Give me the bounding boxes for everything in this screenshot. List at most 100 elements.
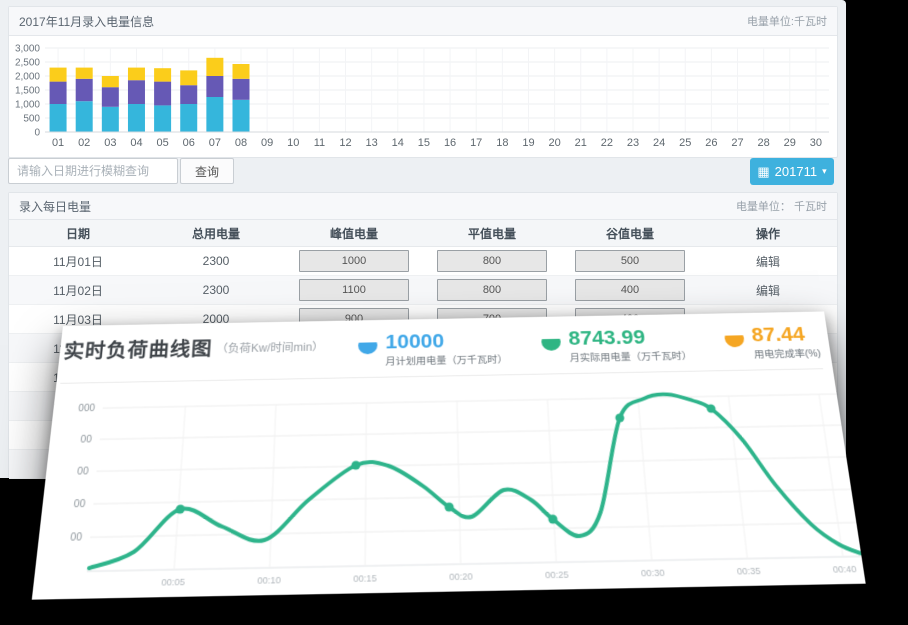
peak-input[interactable] [299,250,409,272]
svg-text:2,500: 2,500 [15,58,40,69]
svg-text:01: 01 [52,137,64,149]
stat-value: 8743.99 [568,326,691,348]
search-row: 查询 ▦ 201711 ▾ [8,158,838,186]
daily-table-title: 录入每日电量 [19,198,91,215]
svg-text:00:20: 00:20 [449,571,473,582]
valley-input[interactable] [575,250,685,272]
col-actions: 操作 [699,220,837,247]
col-valley: 谷值电量 [561,220,699,247]
stat-block: 10000月计划用电量（万千瓦时） [358,330,508,369]
load-line-chart: 0000000000000:0500:1000:1500:2000:2500:3… [36,370,865,597]
stat-value: 87.44 [750,324,819,345]
date-cell: 11月01日 [9,247,147,276]
svg-text:05: 05 [156,137,168,149]
svg-text:08: 08 [235,137,247,149]
chevron-down-icon: ▾ [822,166,827,177]
stat-label: 月实际用电量（万千瓦时） [569,349,692,365]
table-row: 11月02日2300 编辑 [9,276,837,305]
svg-text:29: 29 [784,137,796,149]
svg-text:00: 00 [80,435,92,446]
svg-text:02: 02 [78,137,90,149]
edit-link[interactable]: 编辑 [756,255,780,269]
realtime-load-card: 实时负荷曲线图 （负荷Kw/时间min） 10000月计划用电量（万千瓦时） 87… [32,311,866,599]
svg-text:16: 16 [444,137,456,149]
stat-value: 10000 [385,330,507,352]
peak-input[interactable] [299,279,409,301]
realtime-load-card-inner: 实时负荷曲线图 （负荷Kw/时间min） 10000月计划用电量（万千瓦时） 87… [32,311,866,597]
svg-text:22: 22 [601,137,613,149]
svg-text:12: 12 [339,137,351,149]
month-select-button[interactable]: ▦ 201711 ▾ [750,158,834,185]
daily-table-header: 录入每日电量 电量单位： 千瓦时 [9,193,837,220]
col-date: 日期 [9,220,147,247]
entry-chart-panel: 2017年11月录入电量信息 电量单位:千瓦时 0 500 1,000 1,500 2,… [8,6,838,158]
query-button[interactable]: 查询 [180,158,234,184]
svg-text:000: 000 [78,404,95,415]
search-input[interactable] [8,158,178,184]
date-cell: 11月02日 [9,276,147,305]
flat-input[interactable] [437,279,547,301]
stat-label: 用电完成率(%) [753,346,822,361]
svg-text:24: 24 [653,137,665,149]
svg-text:1,500: 1,500 [15,86,40,97]
svg-text:14: 14 [392,137,404,149]
svg-text:0: 0 [34,128,40,139]
valley-input[interactable] [575,279,685,301]
svg-text:19: 19 [522,137,534,149]
entry-chart-title: 2017年11月录入电量信息 [19,13,154,30]
total-cell: 2300 [147,247,285,276]
realtime-load-title: 实时负荷曲线图 [63,334,214,364]
svg-text:06: 06 [183,137,195,149]
svg-text:00:35: 00:35 [736,565,761,576]
svg-text:07: 07 [209,137,221,149]
svg-text:00: 00 [70,532,83,544]
svg-text:09: 09 [261,137,273,149]
svg-text:00: 00 [77,467,89,478]
col-flat: 平值电量 [423,220,561,247]
entry-bar-chart: 05001,0001,5002,0002,5003,00001020304050… [9,36,837,154]
svg-text:03: 03 [104,137,116,149]
svg-text:27: 27 [731,137,743,149]
total-cell: 2300 [147,276,285,305]
svg-text:25: 25 [679,137,691,149]
month-select-label: 201711 [775,164,817,179]
entry-chart-header: 2017年11月录入电量信息 电量单位:千瓦时 [9,7,837,36]
stat-block: 8743.99月实际用电量（万千瓦时） [541,326,693,365]
svg-text:00:40: 00:40 [832,564,857,575]
svg-text:18: 18 [496,137,508,149]
green-gauge-icon [541,333,561,351]
svg-text:28: 28 [758,137,770,149]
svg-text:00:25: 00:25 [545,569,569,580]
svg-text:00:30: 00:30 [641,567,666,578]
svg-text:00:15: 00:15 [353,573,377,584]
svg-text:2,000: 2,000 [15,72,40,83]
svg-text:00:10: 00:10 [257,575,281,586]
svg-text:17: 17 [470,137,482,149]
table-header-row: 日期 总用电量 峰值电量 平值电量 谷值电量 操作 [9,220,837,247]
col-total: 总用电量 [147,220,285,247]
svg-text:10: 10 [287,137,299,149]
col-peak: 峰值电量 [285,220,423,247]
orange-gauge-icon [724,329,745,347]
svg-text:500: 500 [23,114,40,125]
svg-text:15: 15 [418,137,430,149]
realtime-load-subtitle: （负荷Kw/时间min） [216,339,324,356]
svg-text:23: 23 [627,137,639,149]
blue-gauge-icon [358,336,377,354]
svg-text:20: 20 [548,137,560,149]
svg-text:00: 00 [73,499,85,511]
stats-row: 10000月计划用电量（万千瓦时） 8743.99月实际用电量（万千瓦时） 87.4… [358,322,822,369]
svg-text:04: 04 [130,137,142,149]
entry-chart-unit-label: 电量单位:千瓦时 [747,13,827,29]
daily-table-unit-label: 电量单位： 千瓦时 [736,198,827,214]
calendar-grid-icon: ▦ [757,165,769,178]
svg-text:1,000: 1,000 [15,100,40,111]
edit-link[interactable]: 编辑 [756,284,780,298]
svg-text:00:05: 00:05 [161,576,185,587]
stat-label: 月计划用电量（万千瓦时） [385,352,508,368]
svg-text:30: 30 [810,137,822,149]
flat-input[interactable] [437,250,547,272]
table-row: 11月01日2300 编辑 [9,247,837,276]
svg-text:11: 11 [314,137,325,149]
svg-text:13: 13 [366,137,378,149]
